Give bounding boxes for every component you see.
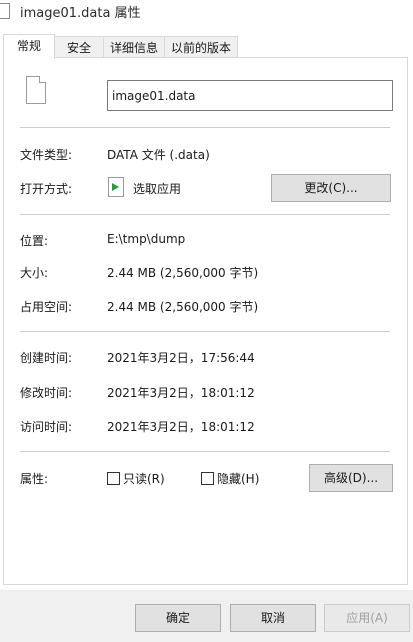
tab-general[interactable]: 常规 — [3, 34, 55, 59]
hidden-label[interactable]: 隐藏(H) — [217, 470, 259, 487]
size-on-disk-label: 占用空间: — [20, 300, 73, 314]
ok-button[interactable]: 确定 — [135, 604, 221, 632]
tab-details[interactable]: 详细信息 — [103, 36, 165, 58]
location-value: E:\tmp\dump — [107, 232, 186, 246]
tab-security[interactable]: 安全 — [54, 36, 104, 58]
size-on-disk-value: 2.44 MB (2,560,000 字节) — [107, 300, 259, 314]
readonly-label[interactable]: 只读(R) — [123, 470, 165, 487]
attributes-label: 属性: — [20, 472, 49, 486]
tab-strip: 常规 安全 详细信息 以前的版本 — [0, 34, 413, 59]
hidden-checkbox[interactable] — [201, 472, 214, 485]
cancel-button[interactable]: 取消 — [230, 604, 316, 632]
location-label: 位置: — [20, 234, 49, 248]
separator — [20, 127, 390, 128]
app-icon — [108, 177, 124, 197]
separator — [20, 214, 390, 215]
size-label: 大小: — [20, 266, 49, 280]
accessed-label: 访问时间: — [20, 420, 73, 434]
file-type-value: DATA 文件 (.data) — [107, 148, 210, 162]
file-name-input[interactable] — [107, 80, 393, 111]
accessed-value: 2021年3月2日，18:01:12 — [107, 420, 255, 434]
apply-button[interactable]: 应用(A) — [324, 604, 410, 632]
created-value: 2021年3月2日，17:56:44 — [107, 351, 255, 365]
size-value: 2.44 MB (2,560,000 字节) — [107, 266, 259, 280]
file-icon — [26, 76, 46, 104]
file-type-label: 文件类型: — [20, 148, 73, 162]
modified-value: 2021年3月2日，18:01:12 — [107, 386, 255, 400]
separator — [20, 451, 390, 452]
file-icon — [0, 3, 10, 19]
tab-previous-versions[interactable]: 以前的版本 — [164, 36, 238, 58]
modified-label: 修改时间: — [20, 386, 73, 400]
general-panel — [3, 57, 408, 585]
readonly-checkbox[interactable] — [107, 472, 120, 485]
title-bar: image01.data 属性 — [0, 0, 413, 30]
dialog-footer: 确定 取消 应用(A) — [0, 590, 413, 642]
advanced-button[interactable]: 高级(D)... — [309, 464, 393, 492]
created-label: 创建时间: — [20, 351, 73, 365]
window-title: image01.data 属性 — [20, 6, 141, 21]
change-button[interactable]: 更改(C)... — [271, 174, 391, 202]
open-with-value: 选取应用 — [133, 182, 182, 196]
open-with-label: 打开方式: — [20, 182, 73, 196]
separator — [20, 331, 390, 332]
